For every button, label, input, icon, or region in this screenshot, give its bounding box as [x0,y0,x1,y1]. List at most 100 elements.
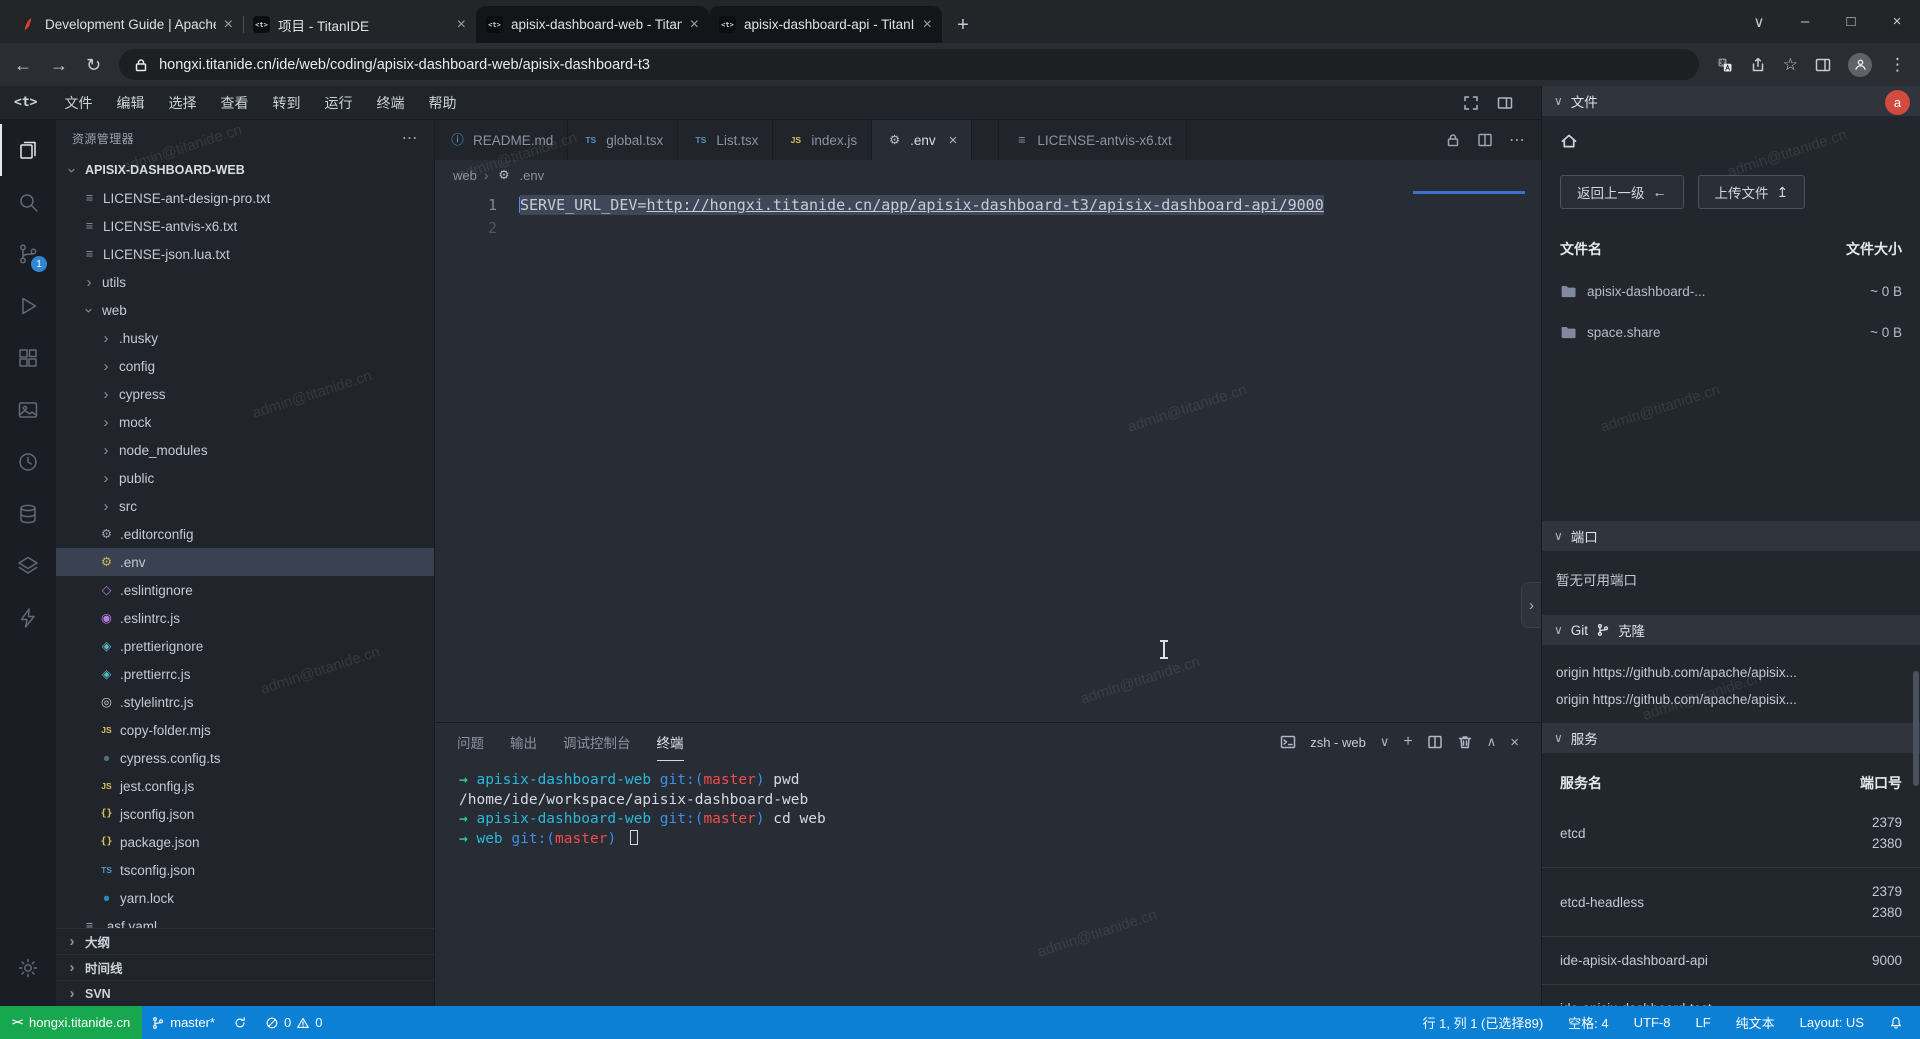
tab-close-icon[interactable]: × [949,132,958,149]
tree-file[interactable]: JSjest.config.js [56,772,434,800]
breadcrumb-folder[interactable]: web [453,168,477,183]
forward-button[interactable]: → [50,56,68,74]
side-panel-icon[interactable] [1815,57,1831,73]
notifications-bell[interactable] [1880,1016,1912,1030]
tree-folder[interactable]: ›APISIX-DASHBOARD-WEB [56,156,434,184]
panel-tab[interactable]: 调试控制台 [563,723,631,761]
tree-folder[interactable]: ›.husky [56,324,434,352]
tree-folder[interactable]: ›public [56,464,434,492]
tab-close-icon[interactable]: × [690,17,699,33]
browser-profile-avatar[interactable] [1848,53,1872,77]
back-button[interactable]: ← [14,56,32,74]
browser-tab[interactable]: <t>apisix-dashboard-web - TitanI× [476,6,709,43]
user-avatar[interactable]: a [1885,90,1910,115]
breadcrumb-file[interactable]: .env [520,168,545,183]
tree-folder[interactable]: ›web [56,296,434,324]
sidebar-section[interactable]: ›大纲 [56,928,434,954]
home-button[interactable] [1560,132,1920,153]
tree-file[interactable]: ≡LICENSE-ant-design-pro.txt [56,184,434,212]
tree-file[interactable]: {}package.json [56,828,434,856]
url-text[interactable]: hongxi.titanide.cn/ide/web/coding/apisix… [159,57,650,73]
editor-tab[interactable]: ⚙.env× [872,120,972,160]
code-url[interactable]: http://hongxi.titanide.cn/app/apisix-das… [646,196,1323,214]
tab-close-icon[interactable]: × [224,17,233,33]
git-branch-status[interactable]: master* [142,1015,224,1030]
menu-item[interactable]: 查看 [209,90,259,116]
ports-section-header[interactable]: ∨ 端口 [1542,521,1920,551]
reload-button[interactable]: ↻ [86,56,101,74]
sidebar-section[interactable]: ›时间线 [56,954,434,980]
breadcrumb[interactable]: web › ⚙ .env [435,160,1541,190]
git-section-header[interactable]: ∨ Git 克隆 [1542,615,1920,645]
editor-tab[interactable]: JSindex.js [773,120,872,160]
upload-file-button[interactable]: 上传文件↥ [1698,175,1806,209]
search-activity-button[interactable] [0,176,56,228]
close-window-button[interactable]: × [1874,0,1920,43]
code-editor[interactable]: 12 SERVE_URL_DEV=http://hongxi.titanide.… [435,190,1541,722]
files-section-header[interactable]: ∨ 文件 [1542,86,1920,116]
lock-icon[interactable] [1445,132,1461,148]
services-section-header[interactable]: ∨ 服务 [1542,723,1920,753]
translate-icon[interactable] [1717,57,1733,73]
database-activity-button[interactable] [0,488,56,540]
terminal-content[interactable]: → apisix-dashboard-web git:(master) pwd/… [435,761,1541,1006]
terminal-session-label[interactable]: zsh - web [1310,735,1366,750]
scrollbar-thumb[interactable] [1913,671,1919,786]
tree-file[interactable]: ≡LICENSE-json.lua.txt [56,240,434,268]
panel-tab[interactable]: 问题 [457,723,484,761]
tree-folder[interactable]: ›src [56,492,434,520]
tree-folder[interactable]: ›cypress [56,380,434,408]
split-terminal-icon[interactable] [1427,734,1443,750]
editor-content[interactable]: SERVE_URL_DEV=http://hongxi.titanide.cn/… [519,190,1324,722]
code-line[interactable]: SERVE_URL_DEV=http://hongxi.titanide.cn/… [519,194,1324,217]
source-control-activity-button[interactable]: 1 [0,228,56,280]
menu-item[interactable]: 编辑 [105,90,155,116]
editor-tab[interactable]: ⓘREADME.md [435,120,568,160]
tab-close-icon[interactable]: × [923,17,932,33]
menu-item[interactable]: 选择 [157,90,207,116]
tab-close-icon[interactable]: × [457,17,466,33]
minimize-button[interactable]: – [1782,0,1828,43]
maximize-panel-icon[interactable]: ∧ [1487,734,1497,750]
kill-terminal-icon[interactable] [1457,734,1473,750]
remote-indicator[interactable]: >< hongxi.titanide.cn [0,1006,142,1039]
menu-item[interactable]: 运行 [313,90,363,116]
menu-item[interactable]: 文件 [53,90,103,116]
tree-file[interactable]: ⚙.editorconfig [56,520,434,548]
bookmark-star-icon[interactable]: ☆ [1783,55,1798,75]
share-icon[interactable] [1750,57,1766,73]
tree-folder[interactable]: ›utils [56,268,434,296]
maximize-button[interactable]: □ [1828,0,1874,43]
fullscreen-icon[interactable] [1463,95,1479,111]
browser-tab[interactable]: <t>apisix-dashboard-api - TitanID× [709,6,942,43]
editor-tab[interactable]: ≡LICENSE-antvis-x6.txt [998,120,1186,160]
eol-status[interactable]: LF [1686,1015,1719,1030]
sidebar-section[interactable]: ›SVN [56,980,434,1006]
keyboard-layout-status[interactable]: Layout: US [1791,1015,1873,1030]
tree-file[interactable]: ◎.stylelintrc.js [56,688,434,716]
close-panel-icon[interactable]: × [1510,734,1519,751]
file-row[interactable]: space.share~ 0 B [1560,324,1902,341]
tree-file[interactable]: ●cypress.config.ts [56,744,434,772]
layers-activity-button[interactable] [0,540,56,592]
tab-search-chevron-icon[interactable]: ∨ [1736,0,1782,43]
menu-item[interactable]: 帮助 [417,90,467,116]
tree-folder[interactable]: ›mock [56,408,434,436]
tree-file[interactable]: ≡LICENSE-antvis-x6.txt [56,212,434,240]
tree-file[interactable]: ◈.prettierrc.js [56,660,434,688]
panel-tab[interactable]: 输出 [510,723,537,761]
tree-file[interactable]: JScopy-folder.mjs [56,716,434,744]
problems-status[interactable]: 0 0 [256,1015,331,1030]
new-tab-button[interactable]: + [948,10,978,40]
browser-tab[interactable]: <t>项目 - TitanIDE× [243,6,476,43]
tree-file[interactable]: ◈.prettierignore [56,632,434,660]
git-clone-action[interactable]: 克隆 [1618,620,1645,640]
tree-file[interactable]: ⚙.env [56,548,434,576]
sync-status[interactable] [224,1016,256,1030]
image-activity-button[interactable] [0,384,56,436]
more-actions-icon[interactable]: ⋯ [402,128,418,148]
file-row[interactable]: apisix-dashboard-...~ 0 B [1560,283,1902,300]
back-parent-button[interactable]: 返回上一级← [1560,175,1684,209]
editor-tab[interactable]: TSglobal.tsx [568,120,678,160]
address-bar[interactable]: hongxi.titanide.cn/ide/web/coding/apisix… [119,49,1699,80]
